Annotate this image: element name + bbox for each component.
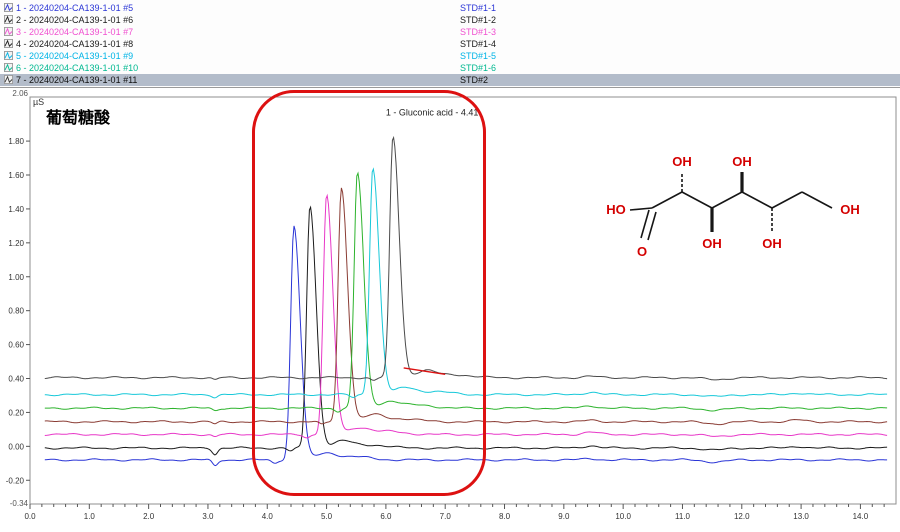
standard-name: STD#1-6 — [460, 62, 496, 74]
y-axis-unit-label: µS — [33, 97, 44, 107]
trace-icon — [4, 51, 13, 60]
sample-name: 1 - 20240204-CA139-1-01 #5 — [16, 3, 133, 13]
standard-name: STD#1-3 — [460, 26, 496, 38]
bond — [682, 192, 712, 208]
y-axis-max-label: 2.06 — [4, 89, 28, 98]
legend-row-7[interactable]: 7 - 20240204-CA139-1-01 #11 STD#2 — [0, 74, 900, 86]
standard-name: STD#1-2 — [460, 14, 496, 26]
svg-text:2.0: 2.0 — [143, 512, 155, 521]
chromatography-window: 1 - 20240204-CA139-1-01 #5 STD#1-1 2 - 2… — [0, 0, 900, 532]
chromatogram-panel: -0.20 0.00 0.20 0.40 0.60 0.80 1.00 1.20 1.40 1.6… — [0, 88, 900, 532]
bond — [652, 192, 682, 208]
trace-icon — [4, 63, 13, 72]
svg-text:4.0: 4.0 — [262, 512, 274, 521]
trace-icon — [4, 27, 13, 36]
svg-text:1.0: 1.0 — [84, 512, 96, 521]
carbonyl-o-label: O — [637, 244, 647, 259]
bond — [742, 192, 772, 208]
svg-text:1.60: 1.60 — [8, 171, 24, 180]
legend-row-2[interactable]: 2 - 20240204-CA139-1-01 #6 STD#1-2 — [0, 14, 900, 26]
svg-text:14.0: 14.0 — [853, 512, 869, 521]
bond — [802, 192, 832, 208]
sample-name: 5 - 20240204-CA139-1-01 #9 — [16, 51, 133, 61]
sample-name: 3 - 20240204-CA139-1-01 #7 — [16, 27, 133, 37]
svg-text:1.20: 1.20 — [8, 239, 24, 248]
standard-name: STD#1-4 — [460, 38, 496, 50]
svg-text:13.0: 13.0 — [793, 512, 809, 521]
sample-name: 2 - 20240204-CA139-1-01 #6 — [16, 15, 133, 25]
svg-text:0.00: 0.00 — [8, 442, 24, 451]
trace-icon — [4, 15, 13, 24]
svg-text:9.0: 9.0 — [558, 512, 570, 521]
sample-name: 7 - 20240204-CA139-1-01 #11 — [16, 75, 137, 85]
standard-name: STD#2 — [460, 74, 488, 86]
svg-text:12.0: 12.0 — [734, 512, 750, 521]
carbonyl-double-bond — [648, 212, 656, 240]
svg-text:0.40: 0.40 — [8, 375, 24, 384]
svg-text:6.0: 6.0 — [380, 512, 392, 521]
hydroxyl-label: OH — [672, 154, 692, 169]
sample-list-pane: 1 - 20240204-CA139-1-01 #5 STD#1-1 2 - 2… — [0, 0, 900, 88]
svg-text:5.0: 5.0 — [321, 512, 333, 521]
trace-icon — [4, 39, 13, 48]
hydroxyl-label: OH — [702, 236, 722, 251]
svg-text:10.0: 10.0 — [615, 512, 631, 521]
legend-row-6[interactable]: 6 - 20240204-CA139-1-01 #10 STD#1-6 — [0, 62, 900, 74]
sample-name: 6 - 20240204-CA139-1-01 #10 — [16, 63, 138, 73]
carboxyl-ho-label: HO — [606, 202, 626, 217]
svg-text:-0.20: -0.20 — [6, 476, 25, 485]
carbonyl-double-bond — [641, 210, 649, 238]
svg-text:1.40: 1.40 — [8, 205, 24, 214]
standard-name: STD#1-5 — [460, 50, 496, 62]
svg-text:0.60: 0.60 — [8, 341, 24, 350]
svg-text:0.20: 0.20 — [8, 408, 24, 417]
legend-row-1[interactable]: 1 - 20240204-CA139-1-01 #5 STD#1-1 — [0, 2, 900, 14]
bond — [712, 192, 742, 208]
svg-text:7.0: 7.0 — [440, 512, 452, 521]
svg-text:0.80: 0.80 — [8, 307, 24, 316]
svg-text:8.0: 8.0 — [499, 512, 511, 521]
svg-text:3.0: 3.0 — [202, 512, 214, 521]
hydroxyl-label: OH — [732, 154, 752, 169]
svg-text:1 - Gluconic acid - 4.41: 1 - Gluconic acid - 4.41 — [386, 108, 479, 118]
svg-text:11.0: 11.0 — [675, 512, 691, 521]
svg-text:1.00: 1.00 — [8, 273, 24, 282]
hydroxyl-label: OH — [840, 202, 860, 217]
y-axis-min-label: -0.34 — [2, 499, 28, 508]
svg-text:0.0: 0.0 — [24, 512, 36, 521]
sample-name: 4 - 20240204-CA139-1-01 #8 — [16, 39, 133, 49]
standard-name: STD#1-1 — [460, 2, 496, 14]
legend-row-5[interactable]: 5 - 20240204-CA139-1-01 #9 STD#1-5 — [0, 50, 900, 62]
chart-title: 葡萄糖酸 — [46, 104, 110, 128]
legend-row-4[interactable]: 4 - 20240204-CA139-1-01 #8 STD#1-4 — [0, 38, 900, 50]
svg-text:1.80: 1.80 — [8, 137, 24, 146]
legend-row-3[interactable]: 3 - 20240204-CA139-1-01 #7 STD#1-3 — [0, 26, 900, 38]
hydroxyl-label: OH — [762, 236, 782, 251]
bond — [630, 208, 652, 210]
trace-icon — [4, 75, 13, 84]
trace-icon — [4, 3, 13, 12]
bond — [772, 192, 802, 208]
gluconic-acid-structure: HO O OH OH OH OH OH — [594, 148, 884, 283]
